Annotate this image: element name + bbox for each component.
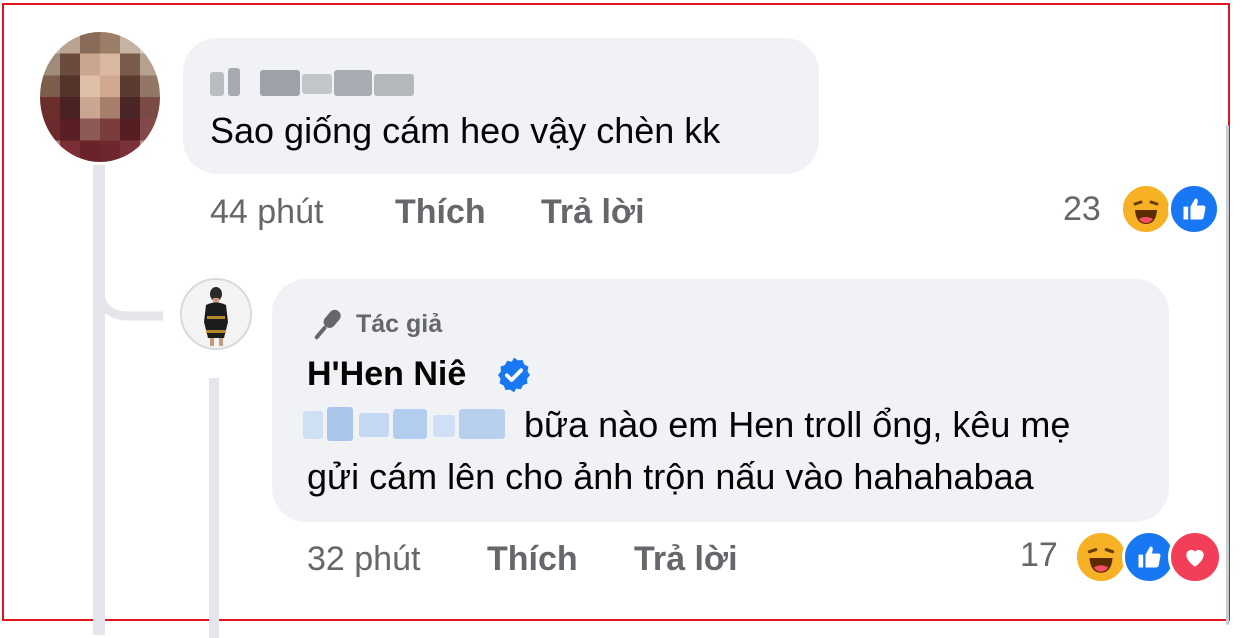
thread-line-main: [93, 165, 105, 635]
comment-reply-button[interactable]: Trả lời: [541, 193, 645, 232]
comment-bubble: [183, 38, 819, 174]
commenter-avatar[interactable]: [40, 32, 160, 162]
thread-line-reply: [209, 378, 219, 638]
comment-text: Sao giống cám heo vậy chèn kk: [210, 110, 721, 151]
reply-like-button[interactable]: Thích: [487, 540, 578, 579]
comment-like-button[interactable]: Thích: [395, 193, 486, 232]
scrollbar[interactable]: [1226, 125, 1229, 625]
commenter-name-blurred[interactable]: [210, 68, 420, 98]
like-reaction-icon[interactable]: [1168, 183, 1220, 235]
microphone-icon: [307, 305, 347, 345]
author-badge-label: Tác giả: [356, 310, 443, 338]
haha-reaction-icon[interactable]: [1120, 183, 1172, 235]
author-avatar[interactable]: [180, 278, 252, 350]
reply-text-line2: gửi cám lên cho ảnh trộn nấu vào hahahab…: [307, 456, 1034, 497]
comment-reaction-count[interactable]: 23: [1063, 190, 1101, 229]
reply-author-name[interactable]: H'Hen Niê: [307, 355, 466, 394]
comment-time[interactable]: 44 phút: [210, 193, 323, 232]
haha-reaction-icon[interactable]: [1074, 530, 1128, 584]
reply-text-line1: bữa nào em Hen troll ổng, kêu mẹ: [524, 404, 1071, 445]
reply-time[interactable]: 32 phút: [307, 540, 420, 579]
love-reaction-icon[interactable]: [1168, 530, 1222, 584]
verified-badge-icon: [495, 356, 533, 394]
mentioned-name-blurred[interactable]: [303, 407, 515, 443]
thread-connector-curve: [94, 270, 163, 321]
reply-reaction-count[interactable]: 17: [1020, 536, 1058, 575]
reply-reply-button[interactable]: Trả lời: [634, 540, 738, 579]
